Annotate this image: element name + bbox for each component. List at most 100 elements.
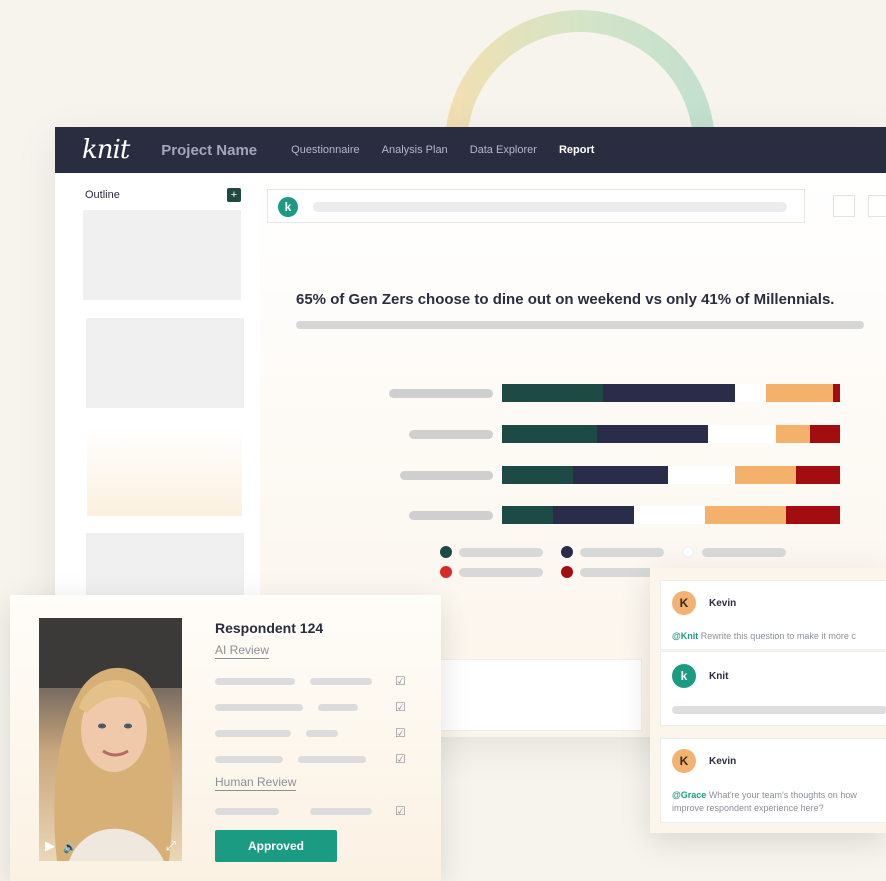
bar-segment[interactable] bbox=[708, 425, 776, 443]
prompt-bar[interactable]: k bbox=[267, 189, 805, 223]
chart-row bbox=[260, 425, 860, 443]
checkbox-icon[interactable]: ☑ bbox=[395, 727, 407, 739]
stacked-bar bbox=[502, 466, 840, 484]
review-line bbox=[306, 730, 338, 737]
bar-segment[interactable] bbox=[552, 506, 634, 524]
review-line bbox=[215, 730, 291, 737]
prompt-placeholder-line bbox=[313, 202, 787, 212]
approved-button[interactable]: Approved bbox=[215, 830, 337, 862]
outline-thumb[interactable] bbox=[86, 318, 244, 408]
headline-subtitle-placeholder bbox=[296, 321, 864, 329]
row-label-placeholder bbox=[409, 430, 493, 439]
checkbox-icon[interactable]: ☑ bbox=[395, 753, 407, 765]
comment-card[interactable]: K Kevin @Knit Rewrite this question to m… bbox=[660, 580, 886, 650]
outline-title: Outline bbox=[85, 189, 120, 201]
legend-dot bbox=[440, 546, 452, 558]
chart-row bbox=[260, 466, 860, 484]
ai-review-label[interactable]: AI Review bbox=[215, 643, 270, 659]
toolbar-square-button[interactable] bbox=[868, 195, 886, 217]
review-line bbox=[310, 678, 372, 685]
comment-author: Kevin bbox=[709, 756, 737, 767]
knit-logo[interactable]: knit bbox=[82, 135, 130, 165]
bar-segment[interactable] bbox=[502, 425, 597, 443]
respondent-portrait-image bbox=[39, 618, 182, 861]
bar-segment[interactable] bbox=[502, 466, 573, 484]
bar-segment[interactable] bbox=[833, 384, 840, 402]
legend-dot bbox=[561, 546, 573, 558]
checkbox-icon[interactable]: ☑ bbox=[395, 675, 407, 687]
nav-links: Questionnaire Analysis Plan Data Explore… bbox=[291, 144, 594, 156]
bar-segment[interactable] bbox=[502, 506, 553, 524]
human-review-label[interactable]: Human Review bbox=[215, 775, 297, 791]
bar-segment[interactable] bbox=[704, 506, 786, 524]
add-section-button[interactable]: + bbox=[227, 188, 241, 202]
top-nav: knit Project Name Questionnaire Analysis… bbox=[55, 127, 886, 173]
review-line bbox=[215, 678, 295, 685]
comment-text-line2: improve respondent experience here? bbox=[672, 803, 824, 813]
expand-icon[interactable]: ⤢ bbox=[166, 838, 176, 854]
row-label-placeholder bbox=[389, 389, 493, 398]
bar-segment[interactable] bbox=[502, 384, 604, 402]
comment-card[interactable]: k Knit bbox=[660, 651, 886, 726]
nav-tab-data-explorer[interactable]: Data Explorer bbox=[470, 144, 537, 156]
review-line bbox=[215, 704, 303, 711]
bar-segment[interactable] bbox=[765, 384, 834, 402]
legend-dot bbox=[561, 566, 573, 578]
volume-icon[interactable]: 🔊 bbox=[63, 841, 77, 854]
stacked-bar bbox=[502, 506, 840, 524]
stacked-bar bbox=[502, 384, 840, 402]
nav-tab-report[interactable]: Report bbox=[559, 144, 594, 156]
comment-card[interactable]: K Kevin @Grace What're your team's thoug… bbox=[660, 738, 886, 823]
checkbox-icon[interactable]: ☑ bbox=[395, 805, 407, 817]
row-label-placeholder bbox=[400, 471, 493, 480]
avatar: K bbox=[672, 749, 696, 773]
bar-segment[interactable] bbox=[667, 466, 736, 484]
comment-text: @Grace What're your team's thoughts on h… bbox=[672, 790, 857, 800]
legend-dot bbox=[440, 566, 452, 578]
comment-text: @Knit Rewrite this question to make it m… bbox=[672, 631, 856, 641]
mention-tag[interactable]: @Knit bbox=[672, 631, 698, 641]
checkbox-icon[interactable]: ☑ bbox=[395, 701, 407, 713]
nav-tab-analysis-plan[interactable]: Analysis Plan bbox=[382, 144, 448, 156]
report-headline: 65% of Gen Zers choose to dine out on we… bbox=[296, 291, 835, 308]
bar-segment[interactable] bbox=[809, 425, 840, 443]
bar-segment[interactable] bbox=[572, 466, 668, 484]
loading-line bbox=[672, 706, 886, 714]
bar-segment[interactable] bbox=[796, 466, 840, 484]
chart-row bbox=[260, 506, 860, 524]
review-line bbox=[318, 704, 358, 711]
toolbar-square-button[interactable] bbox=[833, 195, 855, 217]
review-line bbox=[298, 756, 366, 763]
respondent-title: Respondent 124 bbox=[215, 620, 324, 636]
outline-thumb[interactable] bbox=[87, 428, 242, 516]
legend-label-placeholder bbox=[459, 568, 543, 577]
legend-label-placeholder bbox=[702, 548, 786, 557]
review-line bbox=[310, 808, 372, 815]
row-label-placeholder bbox=[409, 511, 493, 520]
nav-tab-questionnaire[interactable]: Questionnaire bbox=[291, 144, 360, 156]
bar-segment[interactable] bbox=[633, 506, 705, 524]
comment-thread-panel: K Kevin @Knit Rewrite this question to m… bbox=[650, 568, 886, 833]
review-line bbox=[215, 756, 283, 763]
outline-thumb[interactable] bbox=[83, 210, 241, 300]
bar-segment[interactable] bbox=[603, 384, 736, 402]
bar-segment[interactable] bbox=[735, 384, 766, 402]
knit-badge-icon: k bbox=[278, 197, 298, 217]
comment-author: Knit bbox=[709, 671, 729, 682]
legend-label-placeholder bbox=[580, 548, 664, 557]
legend-label-placeholder bbox=[459, 548, 543, 557]
mention-tag[interactable]: @Grace bbox=[672, 790, 706, 800]
respondent-card: ▶ 🔊 ⤢ Respondent 124 AI Review ☑ ☑ ☑ ☑ H… bbox=[10, 595, 441, 881]
project-name[interactable]: Project Name bbox=[161, 142, 257, 159]
bar-segment[interactable] bbox=[596, 425, 709, 443]
comment-author: Kevin bbox=[709, 598, 737, 609]
knit-avatar: k bbox=[672, 664, 696, 688]
bar-segment[interactable] bbox=[775, 425, 810, 443]
bar-segment[interactable] bbox=[785, 506, 840, 524]
bar-segment[interactable] bbox=[735, 466, 797, 484]
play-icon[interactable]: ▶ bbox=[45, 838, 55, 854]
respondent-video[interactable]: ▶ 🔊 ⤢ bbox=[39, 618, 182, 861]
review-line bbox=[215, 808, 279, 815]
chart-row bbox=[260, 384, 860, 402]
avatar: K bbox=[672, 591, 696, 615]
